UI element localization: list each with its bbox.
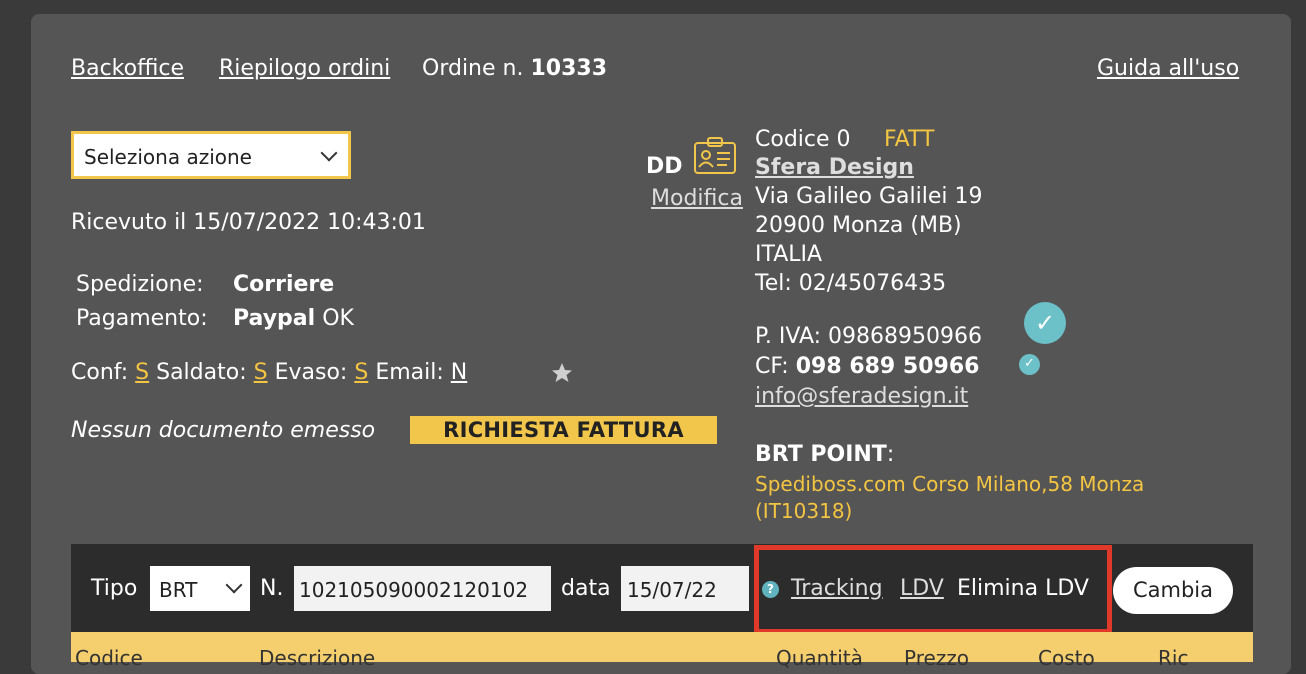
breadcrumb-backoffice-link[interactable]: Backoffice <box>71 56 184 81</box>
id-card-icon[interactable] <box>693 136 737 176</box>
vat-value: 09868950966 <box>828 324 983 349</box>
brt-point-colon: : <box>886 442 895 467</box>
shipment-date-value: 15/07/22 <box>627 578 717 602</box>
delete-ldv-link[interactable]: Elimina LDV <box>957 576 1089 601</box>
tracking-number-input[interactable]: 102105090002120102 <box>294 566 551 611</box>
verified-check-icon: ✓ <box>1019 354 1040 375</box>
star-icon[interactable] <box>549 361 575 385</box>
request-invoice-button[interactable]: RICHIESTA FATTURA <box>410 416 717 444</box>
payment-label: Pagamento: <box>76 306 208 331</box>
flag-evaso-value[interactable]: S <box>354 360 368 385</box>
carrier-type-value: BRT <box>159 578 198 602</box>
action-select[interactable]: Seleziona azione <box>71 131 351 179</box>
cf-label: CF: <box>755 354 789 379</box>
n-label: N. <box>260 576 284 601</box>
help-icon[interactable]: ? <box>762 581 779 598</box>
payment-info: Paypal OK <box>233 306 354 331</box>
customer-email-link[interactable]: info@sferadesign.it <box>755 384 968 409</box>
shipping-value: Corriere <box>233 272 335 297</box>
flag-email-value[interactable]: N <box>451 360 467 385</box>
chevron-down-icon <box>320 144 338 162</box>
breadcrumb-riepilogo-link[interactable]: Riepilogo ordini <box>219 56 390 81</box>
flag-conf-value[interactable]: S <box>135 360 149 385</box>
vat-label: P. IVA: <box>755 324 822 349</box>
customer-phone: Tel: 02/45076435 <box>755 271 947 296</box>
carrier-type-select[interactable]: BRT <box>150 566 250 611</box>
brt-point-title: BRT POINT <box>755 442 887 467</box>
payment-value: Paypal <box>233 306 316 331</box>
tipo-label: Tipo <box>91 576 138 601</box>
customer-code: Codice 0 <box>755 127 851 152</box>
flag-saldato-label: Saldato: <box>156 360 247 385</box>
flag-saldato-value[interactable]: S <box>254 360 268 385</box>
brt-point-label: BRT POINT: <box>755 442 894 467</box>
brt-point-code: (IT10318) <box>755 499 853 523</box>
customer-initials: DD <box>646 154 683 179</box>
flags-row: Conf: S Saldato: S Evaso: S Email: N <box>71 360 467 385</box>
page-title: Ordine n. 10333 <box>422 56 607 81</box>
customer-city: 20900 Monza (MB) <box>755 213 962 238</box>
col-ric: Ric <box>1158 646 1189 670</box>
guide-link[interactable]: Guida all'uso <box>1097 56 1239 81</box>
flag-email-label: Email: <box>375 360 444 385</box>
data-label: data <box>561 576 611 601</box>
customer-name-link[interactable]: Sfera Design <box>755 155 914 180</box>
customer-street: Via Galileo Galilei 19 <box>755 184 983 209</box>
tracking-number-value: 102105090002120102 <box>299 578 529 602</box>
brt-point-address: Spediboss.com Corso Milano,58 Monza <box>755 472 1145 496</box>
customer-vat: P. IVA: 09868950966 <box>755 324 982 349</box>
chevron-down-icon <box>225 576 243 594</box>
no-document-text: Nessun documento emesso <box>71 418 376 443</box>
col-quantita: Quantità <box>776 646 863 670</box>
shipping-label: Spedizione: <box>76 272 204 297</box>
change-button[interactable]: Cambia <box>1113 567 1233 614</box>
col-codice: Codice <box>75 646 143 670</box>
order-number: 10333 <box>530 56 608 81</box>
col-descrizione: Descrizione <box>259 646 376 670</box>
customer-cf: CF: 098 689 50966 <box>755 354 979 379</box>
action-select-value: Seleziona azione <box>84 145 252 169</box>
flag-evaso-label: Evaso: <box>274 360 348 385</box>
items-table-header: Codice Descrizione Quantità Prezzo Costo… <box>71 632 1253 670</box>
shipment-date-input[interactable]: 15/07/22 <box>621 566 749 611</box>
customer-edit-link[interactable]: Modifica <box>651 186 743 211</box>
col-costo: Costo <box>1038 646 1095 670</box>
tracking-link[interactable]: Tracking <box>791 576 883 601</box>
col-prezzo: Prezzo <box>904 646 970 670</box>
ldv-link[interactable]: LDV <box>900 576 944 601</box>
flag-conf-label: Conf: <box>71 360 129 385</box>
cf-value: 098 689 50966 <box>795 354 980 379</box>
verified-check-icon: ✓ <box>1024 302 1066 344</box>
payment-status: OK <box>322 306 354 331</box>
received-date: Ricevuto il 15/07/2022 10:43:01 <box>71 210 426 235</box>
customer-country: ITALIA <box>755 242 823 267</box>
customer-code-tag: FATT <box>884 127 935 152</box>
order-label: Ordine n. <box>422 56 524 81</box>
